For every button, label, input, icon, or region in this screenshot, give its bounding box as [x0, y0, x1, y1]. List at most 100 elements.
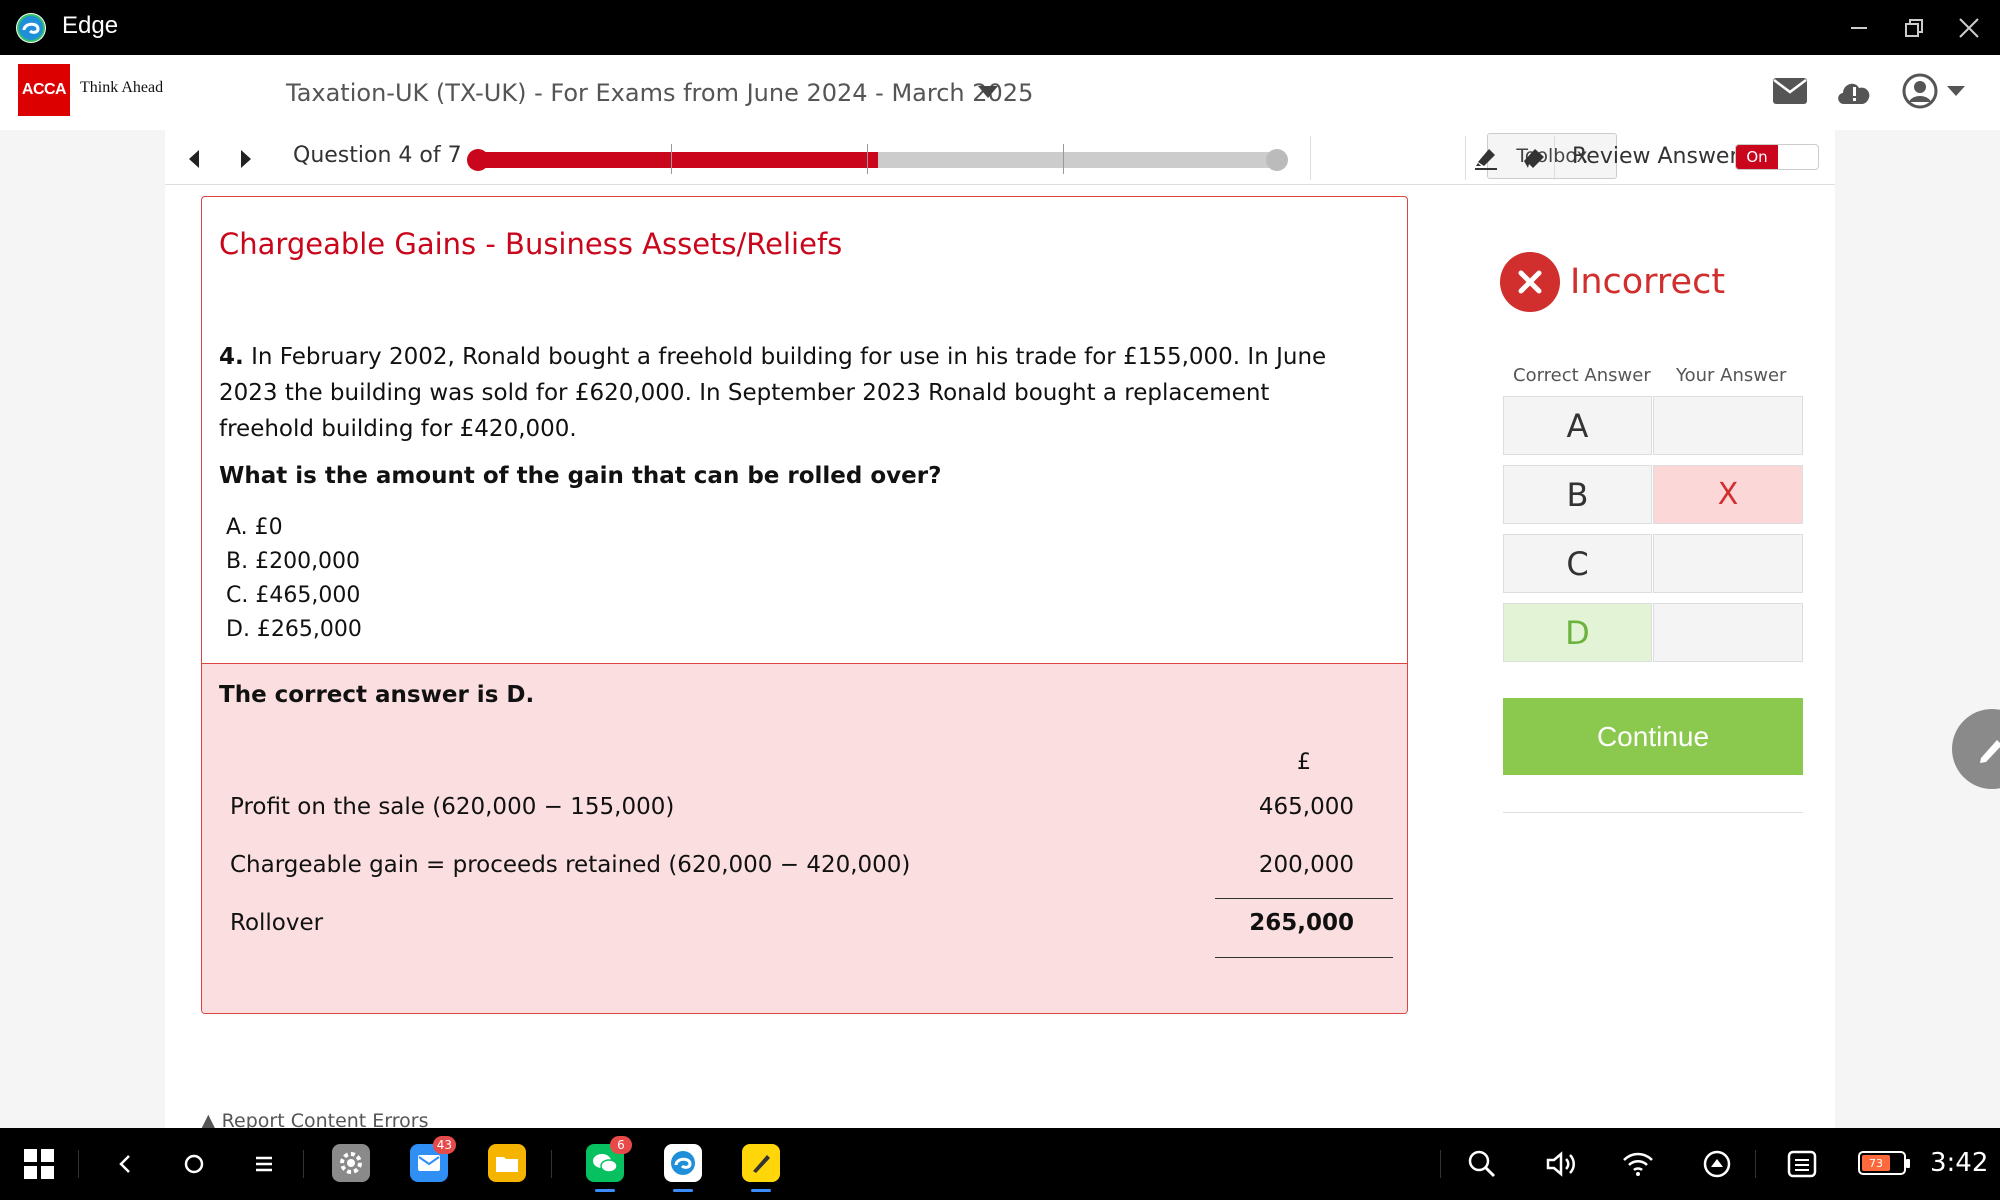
edge-icon	[16, 13, 46, 43]
review-answer-toggle[interactable]: On	[1735, 144, 1819, 170]
wifi-icon[interactable]	[1618, 1144, 1658, 1184]
app-grid-icon[interactable]	[19, 1144, 59, 1184]
next-question-icon[interactable]	[235, 148, 257, 170]
question-card: Chargeable Gains - Business Assets/Relie…	[201, 196, 1408, 1014]
progress-end-knob	[1266, 149, 1288, 171]
question-text: 4. In February 2002, Ronald bought a fre…	[219, 339, 1369, 447]
notifications-list-icon[interactable]	[1782, 1144, 1822, 1184]
eraser-icon[interactable]	[1516, 140, 1552, 176]
home-icon[interactable]	[174, 1144, 214, 1184]
row-label: Rollover	[230, 910, 324, 936]
mail-badge: 43	[432, 1136, 456, 1154]
progress-start-knob	[467, 149, 489, 171]
floating-pen-icon[interactable]	[1952, 709, 2000, 789]
row-label: Profit on the sale (620,000 − 155,000)	[230, 794, 675, 820]
option-a[interactable]: A. £0	[226, 511, 362, 545]
taskbar: 43 6 73 3:42	[0, 1128, 2000, 1200]
back-icon[interactable]	[105, 1144, 145, 1184]
correct-answer-header: Correct Answer	[1513, 365, 1651, 386]
cloud-alert-icon[interactable]	[1834, 72, 1874, 110]
explanation-row: Profit on the sale (620,000 − 155,000) 4…	[230, 794, 1380, 838]
progress-fill	[475, 152, 878, 168]
mail-app-icon[interactable]: 43	[410, 1136, 456, 1182]
option-c[interactable]: C. £465,000	[226, 579, 362, 613]
answer-letter: B	[1503, 465, 1652, 524]
divider	[1554, 136, 1555, 180]
subtotal-rule	[1215, 898, 1393, 899]
answer-row-a: A	[1503, 396, 1803, 455]
your-answer-cell	[1653, 603, 1803, 662]
question-topic: Chargeable Gains - Business Assets/Relie…	[219, 227, 843, 261]
divider	[1465, 136, 1466, 180]
highlighter-icon[interactable]	[1468, 140, 1504, 176]
app-header: ACCA Think Ahead Taxation-UK (TX-UK) - F…	[0, 55, 2000, 130]
divider	[551, 1150, 552, 1178]
question-prompt: What is the amount of the gain that can …	[219, 463, 942, 489]
your-answer-cell-wrong: X	[1653, 465, 1803, 524]
recents-icon[interactable]	[244, 1144, 284, 1184]
settings-app-icon[interactable]	[332, 1144, 370, 1182]
progress-tick	[1063, 144, 1064, 174]
mail-icon[interactable]	[1770, 72, 1810, 110]
question-nav-bar: Question 4 of 7 Toolbox Review Answer On	[165, 130, 1835, 185]
close-icon[interactable]	[1951, 10, 1987, 46]
edge-app-icon[interactable]	[664, 1144, 702, 1192]
logo-tagline: Think Ahead	[80, 79, 164, 96]
chevron-down-icon[interactable]	[978, 86, 998, 98]
running-indicator	[595, 1189, 615, 1192]
answer-row-b: B X	[1503, 465, 1803, 524]
user-account-icon[interactable]	[1900, 72, 1940, 110]
battery-nub	[1906, 1159, 1910, 1168]
divider	[1503, 812, 1803, 813]
divider	[1440, 1150, 1441, 1178]
toggle-on-label: On	[1736, 145, 1778, 169]
window-titlebar: Edge	[0, 0, 2000, 55]
divider	[303, 1150, 304, 1178]
continue-button[interactable]: Continue	[1503, 698, 1803, 775]
row-amount: 465,000	[1258, 794, 1354, 820]
answer-row-c: C	[1503, 534, 1803, 593]
battery-level: 73	[1862, 1155, 1890, 1171]
your-answer-cell	[1653, 534, 1803, 593]
clock: 3:42	[1930, 1148, 1989, 1178]
course-title[interactable]: Taxation-UK (TX-UK) - For Exams from Jun…	[286, 79, 1033, 107]
question-body: In February 2002, Ronald bought a freeho…	[219, 344, 1327, 442]
total-rule	[1215, 957, 1393, 958]
previous-question-icon[interactable]	[183, 148, 205, 170]
volume-icon[interactable]	[1541, 1144, 1581, 1184]
search-icon[interactable]	[1462, 1144, 1502, 1184]
wechat-app-icon[interactable]: 6	[586, 1136, 632, 1192]
running-indicator	[673, 1189, 693, 1192]
your-answer-header: Your Answer	[1676, 365, 1787, 386]
running-indicator	[751, 1189, 771, 1192]
row-label: Chargeable gain = proceeds retained (620…	[230, 852, 911, 878]
review-answer-label: Review Answer	[1572, 144, 1739, 169]
restore-icon[interactable]	[1896, 10, 1932, 46]
acca-logo[interactable]: ACCA	[18, 64, 70, 116]
answer-letter: C	[1503, 534, 1652, 593]
answer-letter: A	[1503, 396, 1652, 455]
battery-icon[interactable]: 73	[1858, 1151, 1910, 1175]
row-amount: 200,000	[1258, 852, 1354, 878]
divider	[78, 1150, 79, 1178]
your-answer-cell	[1653, 396, 1803, 455]
user-menu-chevron-icon[interactable]	[1944, 72, 1968, 110]
progress-tick	[867, 144, 868, 174]
answer-options: A. £0 B. £200,000 C. £465,000 D. £265,00…	[226, 511, 362, 647]
question-counter: Question 4 of 7	[293, 143, 462, 168]
answer-letter-correct: D	[1503, 603, 1652, 662]
divider	[1755, 1150, 1756, 1178]
question-number: 4.	[219, 344, 244, 370]
answer-row-d: D	[1503, 603, 1803, 662]
currency-header: £	[1297, 750, 1311, 775]
upload-icon[interactable]	[1697, 1144, 1737, 1184]
option-b[interactable]: B. £200,000	[226, 545, 362, 579]
explanation-row: Chargeable gain = proceeds retained (620…	[230, 852, 1380, 896]
files-app-icon[interactable]	[488, 1144, 526, 1182]
progress-tick	[671, 144, 672, 174]
window-title: Edge	[62, 12, 119, 39]
question-progress-bar[interactable]	[467, 144, 1288, 174]
option-d[interactable]: D. £265,000	[226, 613, 362, 647]
notes-app-icon[interactable]	[742, 1144, 780, 1192]
minimize-icon[interactable]	[1841, 10, 1877, 46]
